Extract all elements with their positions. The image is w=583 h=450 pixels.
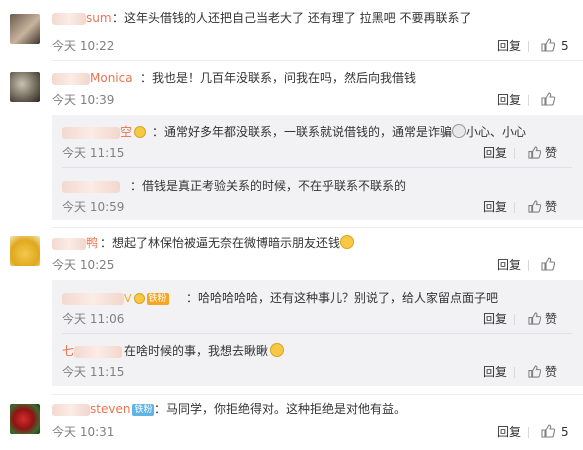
comment-text: ：我也是！几百年没联系，问我在吗，然后向我借钱 <box>140 71 417 85</box>
like-label[interactable]: 赞 <box>545 146 557 160</box>
fan-badge: 铁粉 <box>132 403 155 416</box>
divider <box>514 148 515 159</box>
reply-button[interactable]: 回复 <box>497 258 521 272</box>
fan-badge: 铁粉 <box>146 292 169 305</box>
emoji-icon <box>134 126 147 138</box>
reply-author[interactable]: 七 <box>62 343 123 359</box>
reply-button[interactable]: 回复 <box>483 365 507 379</box>
thumbs-up-icon[interactable] <box>528 365 541 378</box>
divider <box>528 95 529 106</box>
reply-button[interactable]: 回复 <box>483 312 507 326</box>
reply-text: ：借钱是真正考验关系的时候，不在乎联系不联系的 <box>130 179 407 193</box>
like-label[interactable]: 赞 <box>545 200 557 214</box>
like-label[interactable]: 赞 <box>545 312 557 326</box>
like-count: 5 <box>561 425 569 439</box>
divider <box>52 394 583 395</box>
reply-button[interactable]: 回复 <box>497 425 521 439</box>
comment-text: ：马同学，你拒绝得对。这种拒绝是对他有益。 <box>154 402 407 416</box>
thumbs-up-icon[interactable] <box>528 312 541 325</box>
reply-time: 今天 11:15 <box>62 365 125 379</box>
divider <box>528 260 529 271</box>
divider <box>514 314 515 325</box>
reply-button[interactable]: 回复 <box>497 93 521 107</box>
reply-time: 今天 11:06 <box>62 312 125 326</box>
reply-text: ：哈哈哈哈哈，还有这种事儿？别说了，给人家留点面子吧 <box>186 291 499 305</box>
avatar[interactable] <box>10 14 40 44</box>
avatar[interactable] <box>10 236 40 266</box>
thumbs-up-icon[interactable] <box>541 257 555 271</box>
reply-button[interactable]: 回复 <box>483 200 507 214</box>
divider <box>514 202 515 213</box>
thumbs-up-icon[interactable] <box>528 146 541 159</box>
thumbs-up-icon[interactable] <box>541 92 555 106</box>
comment-author[interactable]: 鸭 <box>52 235 98 251</box>
laughing-emoji-icon <box>340 235 355 249</box>
divider <box>528 427 529 438</box>
avatar[interactable] <box>10 72 40 102</box>
avatar[interactable] <box>10 404 40 434</box>
divider <box>52 227 583 228</box>
comment-author[interactable]: steven 铁粉 <box>52 401 155 417</box>
reply-time: 今天 11:15 <box>62 146 125 160</box>
divider <box>52 60 583 61</box>
thumbs-up-icon[interactable] <box>541 424 555 438</box>
comment-time: 今天 10:22 <box>52 39 115 53</box>
comment-time: 今天 10:31 <box>52 425 115 439</box>
divider <box>528 41 529 52</box>
thumbs-up-icon[interactable] <box>541 38 555 52</box>
comment-text: ：想起了林保怡被逼无奈在微博暗示朋友还钱 <box>100 235 355 251</box>
comment-text: ：这年头借钱的人还把自己当老大了 还有理了 拉黑吧 不要再联系了 <box>112 11 472 25</box>
emoji-icon <box>452 124 467 138</box>
reply-button[interactable]: 回复 <box>483 146 507 160</box>
like-label[interactable]: 赞 <box>545 365 557 379</box>
comment-author[interactable]: sum <box>52 10 112 26</box>
reply-button[interactable]: 回复 <box>497 39 521 53</box>
like-count: 5 <box>561 39 569 53</box>
reply-author[interactable] <box>62 178 120 194</box>
reply-text: 在啥时候的事，我想去瞅瞅 <box>124 343 285 359</box>
divider <box>514 367 515 378</box>
comment-time: 今天 10:25 <box>52 258 115 272</box>
emoji-icon <box>270 343 285 357</box>
divider <box>62 333 572 334</box>
thumbs-up-icon[interactable] <box>528 200 541 213</box>
divider <box>62 167 572 168</box>
comment-time: 今天 10:39 <box>52 93 115 107</box>
comment-author[interactable]: Monica <box>52 70 133 86</box>
reply-text: ：通常好多年都没联系，一联系就说借钱的，通常是诈骗 小心、小心 <box>152 124 527 139</box>
reply-author[interactable]: 空 <box>62 124 147 140</box>
reply-time: 今天 10:59 <box>62 200 125 214</box>
crown-icon <box>133 293 145 304</box>
reply-author[interactable]: V 铁粉 <box>62 290 169 307</box>
